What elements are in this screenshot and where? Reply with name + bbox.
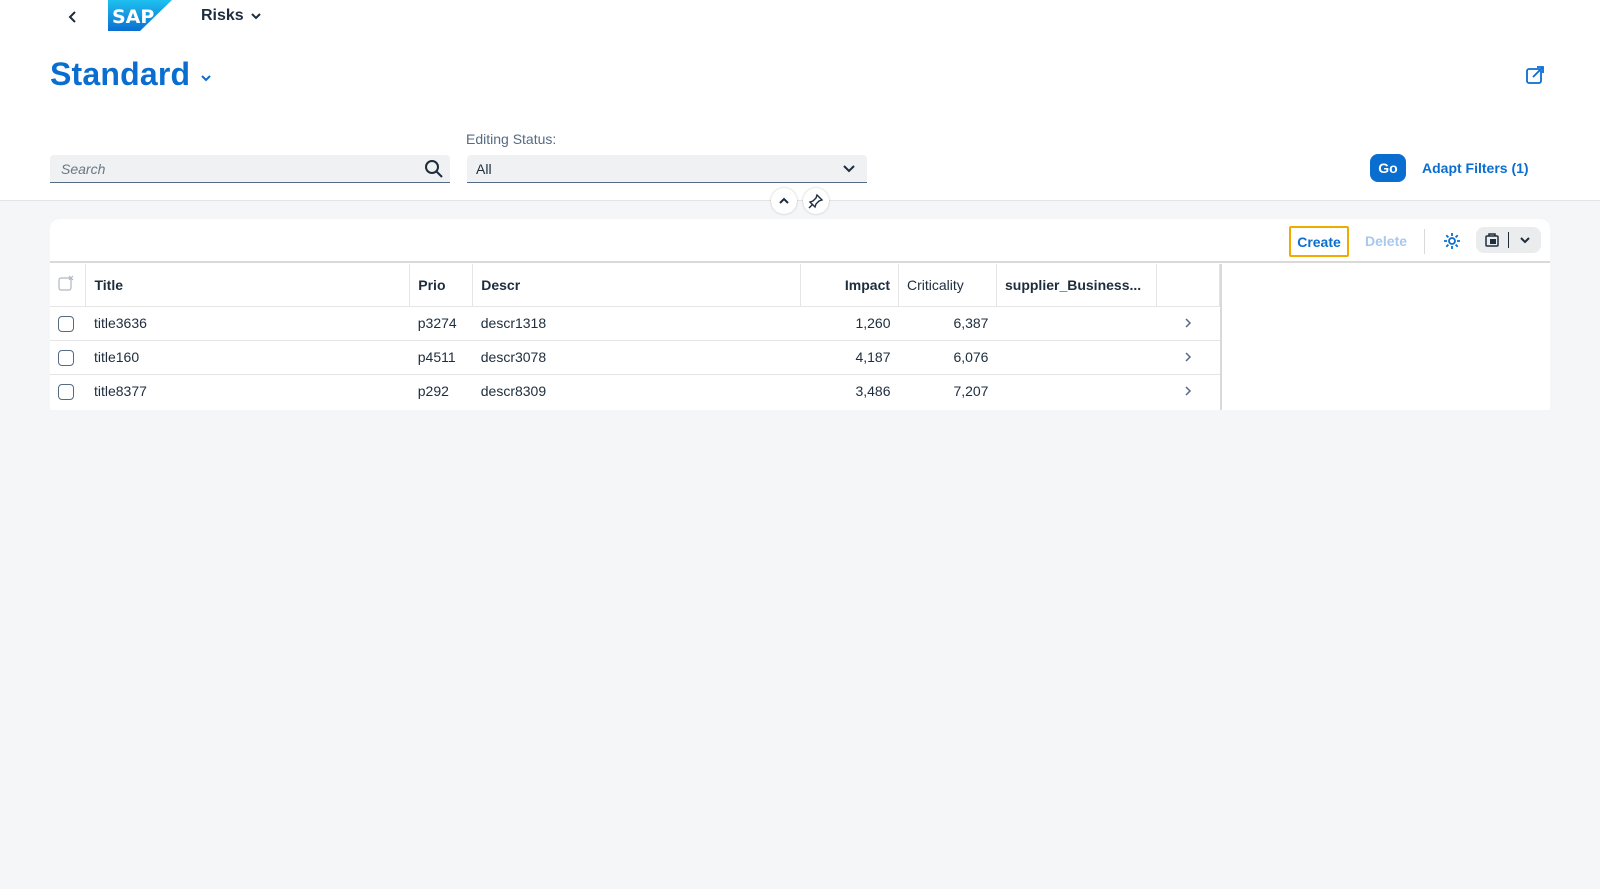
app-title-menu[interactable]: Risks <box>201 7 262 25</box>
svg-text:SAP: SAP <box>112 6 154 28</box>
cell-descr: descr1318 <box>472 306 801 341</box>
table-row[interactable]: title160 p4511 descr3078 4,187 6,076 <box>50 340 1220 375</box>
export-menu-button[interactable] <box>1509 227 1541 253</box>
delete-button[interactable]: Delete <box>1365 233 1407 249</box>
search-input[interactable] <box>50 155 450 182</box>
collapse-icon <box>779 197 789 204</box>
cell-title: title3636 <box>85 306 410 341</box>
table-toolbar: Create Delete <box>50 219 1550 263</box>
select-all-icon <box>58 275 74 291</box>
cell-impact: 3,486 <box>855 383 891 400</box>
app-title: Risks <box>201 7 244 24</box>
select-all-header[interactable] <box>50 264 87 307</box>
column-header-impact[interactable]: Impact <box>800 264 900 307</box>
sap-logo[interactable]: SAP <box>108 0 172 31</box>
collapse-header-button[interactable] <box>771 188 797 214</box>
risks-table: Title Prio Descr Impact Criticality supp… <box>50 264 1221 408</box>
cell-descr: descr8309 <box>480 383 547 400</box>
pin-icon <box>808 193 824 209</box>
create-button[interactable]: Create <box>1289 226 1349 257</box>
cell-prio: p3274 <box>409 306 473 341</box>
table-row[interactable]: title3636 p3274 descr1318 1,260 6,387 <box>50 306 1220 341</box>
column-header-prio[interactable]: Prio <box>409 264 474 307</box>
column-header-criticality[interactable]: Criticality <box>898 264 997 307</box>
chevron-down-icon <box>1520 237 1530 244</box>
row-navigation-icon <box>1185 386 1192 396</box>
cell-descr: descr3078 <box>472 340 801 375</box>
cell-criticality: 6,076 <box>898 340 997 375</box>
toolbar-separator <box>1424 229 1425 254</box>
column-header-title[interactable]: Title <box>85 264 411 307</box>
chevron-down-icon <box>250 13 261 20</box>
table-right-border <box>1220 264 1222 410</box>
shell-bar: SAP Risks <box>0 0 1600 34</box>
cell-supplier <box>996 340 1157 375</box>
row-navigation-icon <box>1185 352 1192 362</box>
cell-title: title8377 <box>93 383 147 400</box>
cell-criticality: 6,387 <box>898 306 997 341</box>
cell-impact: 1,260 <box>800 306 899 341</box>
search-field[interactable] <box>50 155 450 183</box>
row-checkbox[interactable] <box>58 383 74 400</box>
chevron-down-icon <box>201 74 212 81</box>
go-button[interactable]: Go <box>1370 154 1406 182</box>
export-icon <box>1485 233 1499 247</box>
cell-supplier <box>996 374 1156 408</box>
export-button-group <box>1476 227 1541 253</box>
back-button[interactable] <box>62 6 84 28</box>
export-button[interactable] <box>1476 227 1508 253</box>
page-header: SAP Risks Standard Editing Status: All G… <box>0 0 1600 201</box>
column-header-supplier[interactable]: supplier_Business... <box>996 264 1157 307</box>
search-icon[interactable] <box>424 159 444 179</box>
cell-prio: p292 <box>417 383 449 400</box>
table-row[interactable]: title8377 p292 descr8309 3,486 7,207 <box>50 374 1220 408</box>
variant-title: Standard <box>50 56 191 92</box>
column-header-descr[interactable]: Descr <box>472 264 802 307</box>
row-navigation[interactable] <box>1156 306 1220 341</box>
cell-impact: 4,187 <box>800 340 899 375</box>
row-navigation[interactable] <box>1156 340 1220 375</box>
adapt-filters-button[interactable]: Adapt Filters (1) <box>1422 160 1529 176</box>
share-icon[interactable] <box>1524 64 1546 86</box>
column-header-navigation <box>1156 264 1221 307</box>
row-navigation[interactable] <box>1156 374 1219 408</box>
table-header-row: Title Prio Descr Impact Criticality supp… <box>50 264 1221 307</box>
cell-title: title160 <box>85 340 410 375</box>
editing-status-label: Editing Status: <box>466 131 557 147</box>
row-checkbox[interactable] <box>58 315 74 332</box>
editing-status-value: All <box>476 161 492 177</box>
cell-prio: p4511 <box>409 340 473 375</box>
back-arrow-icon <box>68 11 76 23</box>
variant-selector[interactable]: Standard <box>50 56 212 93</box>
editing-status-select[interactable]: All <box>467 155 867 183</box>
cell-criticality: 7,207 <box>953 383 989 400</box>
table-panel: Create Delete Title Prio Descr Impact Cr… <box>50 219 1550 410</box>
settings-icon[interactable] <box>1442 231 1462 251</box>
row-navigation-icon <box>1185 318 1192 328</box>
cell-supplier <box>996 306 1157 341</box>
chevron-down-icon <box>843 165 855 173</box>
row-checkbox[interactable] <box>58 349 74 366</box>
pin-header-button[interactable] <box>803 188 829 214</box>
